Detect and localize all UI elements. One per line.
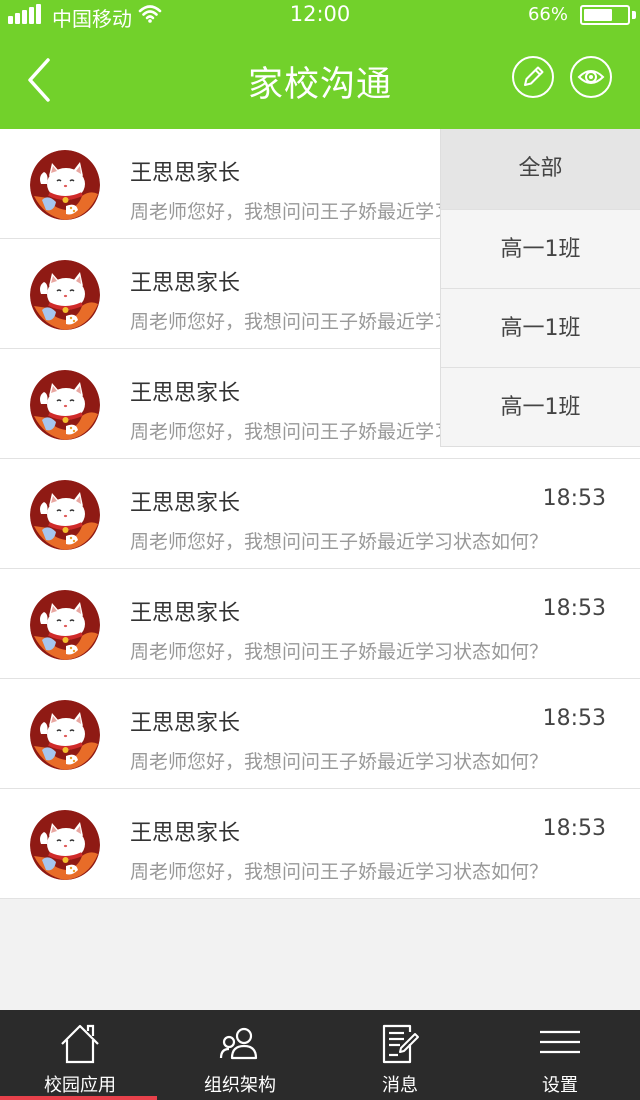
tab-label: 校园应用: [44, 1075, 116, 1096]
battery-fill: [584, 9, 612, 21]
tab-label: 设置: [542, 1075, 578, 1096]
battery-percent: 66%: [527, 4, 568, 25]
view-button[interactable]: [570, 56, 612, 98]
menu-icon: [540, 1030, 580, 1054]
message-time: 18:53: [542, 706, 606, 731]
tab-campus-apps[interactable]: 校园应用: [0, 1010, 160, 1100]
sender-name: 王思思家长: [130, 271, 241, 296]
dropdown-item-all[interactable]: 全部: [441, 129, 640, 209]
sender-name: 王思思家长: [130, 601, 241, 626]
compose-button[interactable]: [512, 56, 554, 98]
message-preview: 周老师您好，我想问问王子娇最近学习状态如何？: [130, 641, 549, 663]
avatar: [30, 810, 100, 880]
eye-icon: [577, 70, 605, 84]
message-preview: 周老师您好，我想问问王子娇最近学习状态如何？: [130, 751, 549, 773]
battery-icon: [580, 5, 630, 25]
message-time: 18:53: [542, 596, 606, 621]
avatar: [30, 590, 100, 660]
avatar: [30, 370, 100, 440]
tab-label: 组织架构: [204, 1075, 276, 1096]
header-bar: 中国移动 12:00 66% 家校沟通: [0, 0, 640, 129]
message-preview: 周老师您好，我想问问王子娇最近学习状态如何？: [130, 861, 549, 883]
users-icon: [219, 1027, 258, 1060]
battery-tip: [632, 11, 636, 19]
class-filter-dropdown: 全部 高一1班 高一1班 高一1班: [440, 129, 640, 447]
avatar: [30, 480, 100, 550]
message-time: 18:53: [542, 486, 606, 511]
lucky-cat-avatar-icon: [30, 260, 100, 330]
lucky-cat-avatar-icon: [30, 700, 100, 770]
message-preview: 周老师您好，我想问问王子娇最近学习状态如何？: [130, 531, 549, 553]
avatar: [30, 260, 100, 330]
avatar: [30, 700, 100, 770]
lucky-cat-avatar-icon: [30, 370, 100, 440]
sender-name: 王思思家长: [130, 161, 241, 186]
lucky-cat-avatar-icon: [30, 150, 100, 220]
tab-messages[interactable]: 消息: [320, 1010, 480, 1100]
active-tab-indicator: [0, 1096, 157, 1100]
tab-label: 消息: [382, 1075, 418, 1096]
lucky-cat-avatar-icon: [30, 480, 100, 550]
sender-name: 王思思家长: [130, 381, 241, 406]
dropdown-item-class[interactable]: 高一1班: [441, 367, 640, 446]
dropdown-item-class[interactable]: 高一1班: [441, 209, 640, 288]
message-list-item[interactable]: 王思思家长 18:53 周老师您好，我想问问王子娇最近学习状态如何？: [0, 789, 640, 899]
dropdown-item-class[interactable]: 高一1班: [441, 288, 640, 367]
message-list-item[interactable]: 王思思家长 18:53 周老师您好，我想问问王子娇最近学习状态如何？: [0, 459, 640, 569]
status-bar: 中国移动 12:00 66%: [0, 0, 640, 31]
message-time: 18:53: [542, 816, 606, 841]
sender-name: 王思思家长: [130, 491, 241, 516]
sender-name: 王思思家长: [130, 711, 241, 736]
message-list-item[interactable]: 王思思家长 18:53 周老师您好，我想问问王子娇最近学习状态如何？: [0, 569, 640, 679]
tab-settings[interactable]: 设置: [480, 1010, 640, 1100]
message-list-item[interactable]: 王思思家长 18:53 周老师您好，我想问问王子娇最近学习状态如何？: [0, 679, 640, 789]
sender-name: 王思思家长: [130, 821, 241, 846]
pencil-icon: [524, 66, 544, 86]
lucky-cat-avatar-icon: [30, 590, 100, 660]
avatar: [30, 150, 100, 220]
home-icon: [61, 1024, 99, 1064]
lucky-cat-avatar-icon: [30, 810, 100, 880]
note-icon: [382, 1024, 419, 1064]
tab-organization[interactable]: 组织架构: [160, 1010, 320, 1100]
tab-bar: 校园应用 组织架构 消息 设置: [0, 1010, 640, 1100]
